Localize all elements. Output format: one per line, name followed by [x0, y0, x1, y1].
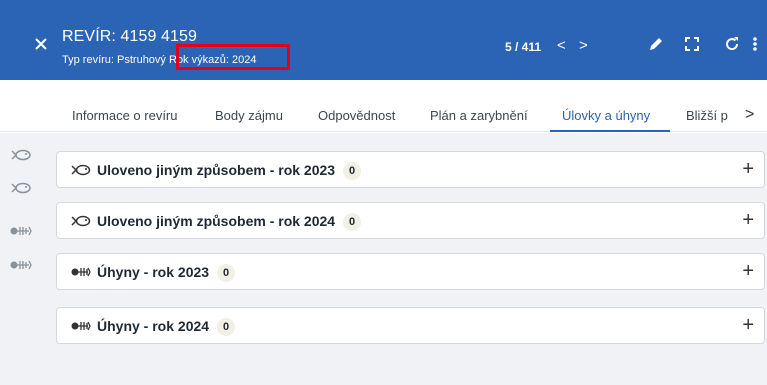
- prev-record-button[interactable]: <: [557, 38, 566, 54]
- tab-more-details[interactable]: Bližší p: [686, 108, 728, 123]
- detail-header: REVÍR: 4159 4159 Typ revíru: Pstruhový R…: [0, 0, 767, 80]
- refresh-icon[interactable]: [724, 36, 740, 52]
- expand-plus-icon[interactable]: +: [742, 260, 754, 282]
- panel-title-text: Úhyny - rok 2024: [97, 318, 210, 334]
- expand-plus-icon[interactable]: +: [742, 209, 754, 231]
- tab-points-of-interest[interactable]: Body zájmu: [215, 108, 283, 123]
- fullscreen-icon[interactable]: [684, 36, 700, 52]
- water-type: Typ revíru: Pstruhový: [62, 54, 166, 66]
- fish-icon[interactable]: [10, 148, 32, 162]
- panel-losses-2023[interactable]: Úhyny - rok 2023 0 +: [56, 253, 765, 290]
- fish-bones-icon: [71, 267, 91, 277]
- next-record-button[interactable]: >: [579, 38, 588, 54]
- content-area: Uloveno jiným způsobem - rok 2023 0 + Ulo…: [44, 133, 767, 385]
- count-badge: 0: [217, 264, 236, 282]
- fish-bones-icon[interactable]: [10, 259, 32, 271]
- more-vert-icon[interactable]: [752, 36, 758, 52]
- edit-icon[interactable]: [648, 36, 664, 52]
- close-icon[interactable]: [34, 37, 48, 51]
- panel-title-text: Uloveno jiným způsobem - rok 2024: [97, 213, 336, 229]
- count-badge: 0: [343, 213, 362, 231]
- tab-responsibility[interactable]: Odpovědnost: [318, 108, 395, 123]
- panel-title: Úhyny - rok 2023 0: [97, 264, 236, 282]
- panel-losses-2024[interactable]: Úhyny - rok 2024 0 +: [56, 307, 765, 344]
- record-counter: 5 / 411: [505, 40, 542, 54]
- panel-caught-other-2024[interactable]: Uloveno jiným způsobem - rok 2024 0 +: [56, 202, 765, 239]
- report-year-highlight-box: [176, 44, 290, 70]
- panel-title: Uloveno jiným způsobem - rok 2024 0: [97, 213, 362, 231]
- panel-title-text: Úhyny - rok 2023: [97, 264, 210, 280]
- fish-icon[interactable]: [10, 181, 32, 195]
- tab-catches-and-losses[interactable]: Úlovky a úhyny: [562, 108, 650, 123]
- left-rail: [0, 133, 44, 385]
- active-tab-indicator: [550, 130, 670, 132]
- tab-revir-info[interactable]: Informace o revíru: [72, 108, 178, 123]
- panel-caught-other-2023[interactable]: Uloveno jiným způsobem - rok 2023 0 +: [56, 151, 765, 188]
- fish-bones-icon: [71, 321, 91, 331]
- count-badge: 0: [217, 318, 236, 336]
- fish-bones-icon[interactable]: [10, 225, 32, 237]
- expand-plus-icon[interactable]: +: [742, 158, 754, 180]
- panel-title-text: Uloveno jiným způsobem - rok 2023: [97, 162, 336, 178]
- panel-title: Uloveno jiným způsobem - rok 2023 0: [97, 162, 362, 180]
- tab-bar: Informace o revíru Body zájmu Odpovědnos…: [0, 80, 767, 132]
- expand-plus-icon[interactable]: +: [742, 314, 754, 336]
- fish-icon: [71, 164, 91, 176]
- tab-stocking-plan[interactable]: Plán a zarybnění: [430, 108, 528, 123]
- panel-title: Úhyny - rok 2024 0: [97, 318, 236, 336]
- fish-icon: [71, 215, 91, 227]
- tabs-scroll-right-button[interactable]: >: [745, 106, 754, 124]
- count-badge: 0: [343, 162, 362, 180]
